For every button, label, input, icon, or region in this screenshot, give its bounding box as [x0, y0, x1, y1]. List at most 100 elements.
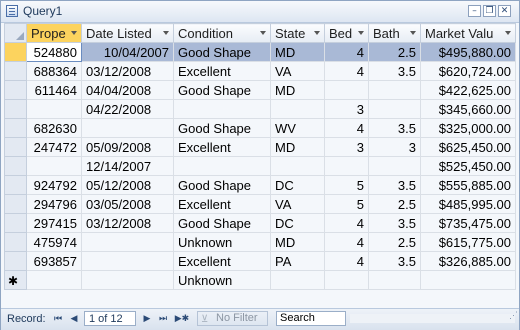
- table-row[interactable]: 297415 03/12/2008 Good Shape DC 4 3.5 $735,475…: [4, 213, 516, 233]
- cell-state[interactable]: VA: [270, 61, 325, 81]
- cell-bed[interactable]: 5: [324, 175, 369, 195]
- cell-bath[interactable]: 3: [368, 137, 421, 157]
- cell-date-listed[interactable]: 12/14/2007: [81, 156, 174, 176]
- cell-bath[interactable]: 2.5: [368, 194, 421, 214]
- record-selector[interactable]: [4, 137, 27, 157]
- column-header-bed[interactable]: Bed: [324, 23, 369, 43]
- cell-bed[interactable]: 4: [324, 61, 369, 81]
- cell-state[interactable]: DC: [270, 213, 325, 233]
- cell-bath[interactable]: [368, 99, 421, 119]
- record-selector[interactable]: [4, 175, 27, 195]
- cell-bath[interactable]: 2.5: [368, 42, 421, 62]
- cell-market-value[interactable]: $325,000.00: [420, 118, 516, 138]
- cell-date-listed[interactable]: 03/05/2008: [81, 194, 174, 214]
- previous-record-button[interactable]: ◀: [67, 312, 81, 326]
- cell-state[interactable]: [270, 270, 325, 290]
- cell-bath[interactable]: 3.5: [368, 251, 421, 271]
- table-row[interactable]: 693857 Excellent PA 4 3.5 $326,885.00: [4, 251, 516, 271]
- cell-state[interactable]: MD: [270, 42, 325, 62]
- column-header-bath[interactable]: Bath: [368, 23, 421, 43]
- cell-property[interactable]: [26, 270, 82, 290]
- cell-date-listed[interactable]: 10/04/2007: [81, 42, 174, 62]
- cell-property[interactable]: 611464: [26, 80, 82, 100]
- cell-property[interactable]: 247472: [26, 137, 82, 157]
- cell-condition[interactable]: Good Shape: [173, 213, 271, 233]
- cell-property[interactable]: 294796: [26, 194, 82, 214]
- horizontal-scrollbar[interactable]: [350, 314, 515, 323]
- record-selector[interactable]: [4, 99, 27, 119]
- first-record-button[interactable]: ⏮: [51, 312, 65, 326]
- cell-market-value[interactable]: $495,880.00: [420, 42, 516, 62]
- cell-bath[interactable]: [368, 270, 421, 290]
- cell-state[interactable]: MD: [270, 232, 325, 252]
- cell-bath[interactable]: [368, 80, 421, 100]
- cell-date-listed[interactable]: 04/22/2008: [81, 99, 174, 119]
- cell-condition[interactable]: Good Shape: [173, 80, 271, 100]
- table-row[interactable]: 524880 10/04/2007 Good Shape MD 4 2.5 $495,880…: [4, 42, 516, 62]
- select-all-corner[interactable]: [4, 23, 27, 43]
- cell-market-value[interactable]: $615,775.00: [420, 232, 516, 252]
- dropdown-arrow-icon[interactable]: [71, 31, 77, 35]
- cell-bath[interactable]: 3.5: [368, 61, 421, 81]
- cell-market-value[interactable]: $525,450.00: [420, 156, 516, 176]
- record-selector[interactable]: [4, 80, 27, 100]
- record-selector[interactable]: [4, 232, 27, 252]
- cell-bath[interactable]: 2.5: [368, 232, 421, 252]
- cell-market-value[interactable]: $620,724.00: [420, 61, 516, 81]
- cell-bath[interactable]: [368, 156, 421, 176]
- cell-bed[interactable]: 4: [324, 42, 369, 62]
- cell-bath[interactable]: 3.5: [368, 175, 421, 195]
- filter-toggle[interactable]: ⊻ No Filter: [197, 311, 268, 326]
- cell-state[interactable]: MD: [270, 80, 325, 100]
- cell-bed[interactable]: 3: [324, 99, 369, 119]
- search-input[interactable]: Search: [276, 311, 346, 326]
- last-record-button[interactable]: ⏭: [156, 312, 170, 326]
- cell-date-listed[interactable]: 03/12/2008: [81, 61, 174, 81]
- cell-condition[interactable]: Good Shape: [173, 42, 271, 62]
- table-row[interactable]: 688364 03/12/2008 Excellent VA 4 3.5 $620,724.…: [4, 61, 516, 81]
- column-header-date-listed[interactable]: Date Listed: [81, 23, 174, 43]
- cell-bed[interactable]: 4: [324, 118, 369, 138]
- cell-market-value[interactable]: $485,995.00: [420, 194, 516, 214]
- cell-state[interactable]: WV: [270, 118, 325, 138]
- cell-date-listed[interactable]: 05/09/2008: [81, 137, 174, 157]
- record-selector[interactable]: [4, 118, 27, 138]
- dropdown-arrow-icon[interactable]: [163, 31, 169, 35]
- resize-grip-icon[interactable]: ⋰: [509, 310, 518, 321]
- cell-state[interactable]: [270, 99, 325, 119]
- dropdown-arrow-icon[interactable]: [358, 31, 364, 35]
- cell-bed[interactable]: [324, 156, 369, 176]
- cell-bed[interactable]: [324, 80, 369, 100]
- table-row[interactable]: 611464 04/04/2008 Good Shape MD $422,625.00: [4, 80, 516, 100]
- cell-bed[interactable]: 3: [324, 137, 369, 157]
- cell-bed[interactable]: [324, 270, 369, 290]
- cell-condition[interactable]: Excellent: [173, 194, 271, 214]
- dropdown-arrow-icon[interactable]: [260, 31, 266, 35]
- record-selector[interactable]: [4, 61, 27, 81]
- column-header-property[interactable]: Prope: [26, 23, 82, 43]
- cell-market-value[interactable]: $555,885.00: [420, 175, 516, 195]
- cell-condition[interactable]: Excellent: [173, 251, 271, 271]
- cell-property[interactable]: [26, 156, 82, 176]
- cell-market-value[interactable]: $326,885.00: [420, 251, 516, 271]
- cell-market-value[interactable]: $422,625.00: [420, 80, 516, 100]
- cell-bed[interactable]: 4: [324, 213, 369, 233]
- cell-state[interactable]: DC: [270, 175, 325, 195]
- next-record-button[interactable]: ▶: [140, 312, 154, 326]
- record-selector[interactable]: [4, 42, 27, 62]
- dropdown-arrow-icon[interactable]: [505, 31, 511, 35]
- table-row[interactable]: 924792 05/12/2008 Good Shape DC 5 3.5 $555,885…: [4, 175, 516, 195]
- cell-bed[interactable]: 4: [324, 232, 369, 252]
- cell-date-listed[interactable]: [81, 232, 174, 252]
- cell-state[interactable]: MD: [270, 137, 325, 157]
- cell-condition[interactable]: Unknown: [173, 270, 271, 290]
- cell-condition[interactable]: Unknown: [173, 232, 271, 252]
- dropdown-arrow-icon[interactable]: [314, 31, 320, 35]
- table-row[interactable]: 04/22/2008 3 $345,660.00: [4, 99, 516, 119]
- record-selector[interactable]: [4, 213, 27, 233]
- new-record-selector[interactable]: ✱: [4, 270, 27, 290]
- cell-state[interactable]: PA: [270, 251, 325, 271]
- cell-market-value[interactable]: $345,660.00: [420, 99, 516, 119]
- cell-property[interactable]: 297415: [26, 213, 82, 233]
- dropdown-arrow-icon[interactable]: [410, 31, 416, 35]
